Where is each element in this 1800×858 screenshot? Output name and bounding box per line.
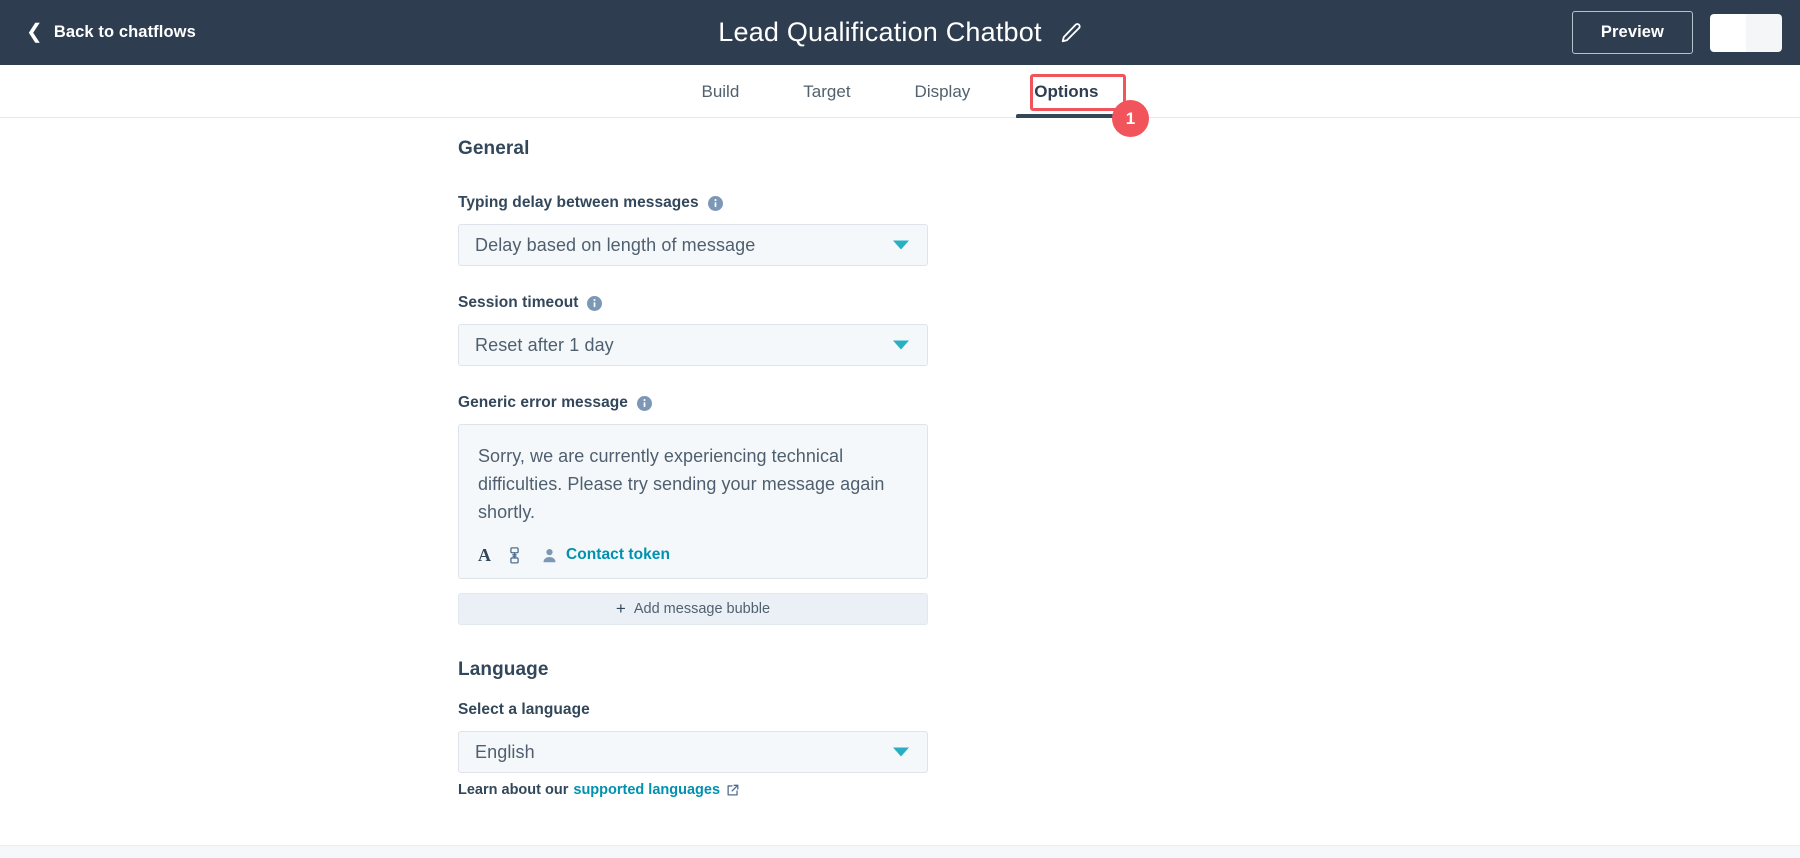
language-value: English [475,741,535,762]
page-bottom-strip [0,845,1800,858]
add-message-bubble-label: Add message bubble [633,601,771,617]
page-title: Lead Qualification Chatbot [718,17,1042,47]
typing-delay-value: Delay based on length of message [475,234,756,255]
session-timeout-value: Reset after 1 day [475,334,614,355]
session-timeout-label-row: Session timeout [458,294,928,312]
back-to-chatflows-label: Back to chatflows [53,23,196,41]
contact-token-button[interactable]: Contact token [542,546,670,564]
info-icon[interactable] [707,195,723,211]
text-format-icon[interactable]: A [478,546,491,564]
plus-icon: + [615,599,626,618]
supported-languages-link[interactable]: supported languages [573,782,720,798]
generic-error-message-editor[interactable]: Sorry, we are currently experiencing tec… [458,424,928,579]
preview-button[interactable]: Preview [1571,11,1693,54]
header-blank-button-right[interactable] [1746,13,1782,52]
options-form-column: General Typing delay between messages De… [458,118,928,798]
chevron-left-icon: ❮ [26,20,43,43]
generic-error-message-value[interactable]: Sorry, we are currently experiencing tec… [478,442,908,526]
external-link-icon[interactable] [726,784,739,797]
pencil-icon[interactable] [1060,22,1082,44]
general-section-heading: General [458,138,530,159]
generic-error-label: Generic error message [458,394,628,411]
message-editor-toolbar: A Contact token [478,546,908,564]
tab-target[interactable]: Target [771,65,882,118]
typing-delay-label: Typing delay between messages [458,194,699,211]
link-icon[interactable] [507,546,522,564]
back-to-chatflows-link[interactable]: ❮ Back to chatflows [26,20,196,43]
session-timeout-label: Session timeout [458,294,579,311]
language-select[interactable]: English [458,731,928,773]
chevron-down-icon [893,340,909,350]
top-header-bar: ❮ Back to chatflows Lead Qualification C… [0,0,1800,65]
session-timeout-select[interactable]: Reset after 1 day [458,324,928,366]
chatflow-title-group: Lead Qualification Chatbot [0,17,1800,48]
editor-tab-nav: Build Target Display Options [0,65,1800,119]
options-panel: General Typing delay between messages De… [0,118,1800,845]
info-icon[interactable] [587,295,603,311]
tab-list: Build Target Display Options [0,65,1800,119]
generic-error-label-row: Generic error message [458,394,928,412]
header-actions: Preview [1571,11,1782,54]
chevron-down-icon [893,747,909,757]
person-icon [543,548,556,562]
header-blank-button-left[interactable] [1710,13,1746,52]
typing-delay-label-row: Typing delay between messages [458,194,928,212]
add-message-bubble-button[interactable]: + Add message bubble [458,593,928,625]
contact-token-label: Contact token [566,546,670,563]
tab-options[interactable]: Options [1002,65,1130,119]
info-icon[interactable] [636,395,652,411]
tab-build[interactable]: Build [669,65,771,118]
supported-languages-help: Learn about our supported languages [458,782,928,798]
tab-display[interactable]: Display [883,65,1003,118]
chevron-down-icon [893,240,909,250]
chatflow-editor-page: ❮ Back to chatflows Lead Qualification C… [0,0,1800,858]
header-button-group [1710,13,1782,52]
typing-delay-select[interactable]: Delay based on length of message [458,224,928,266]
supported-languages-prefix: Learn about our [458,782,569,798]
select-language-label: Select a language [458,701,590,718]
language-section-heading: Language [458,659,549,680]
